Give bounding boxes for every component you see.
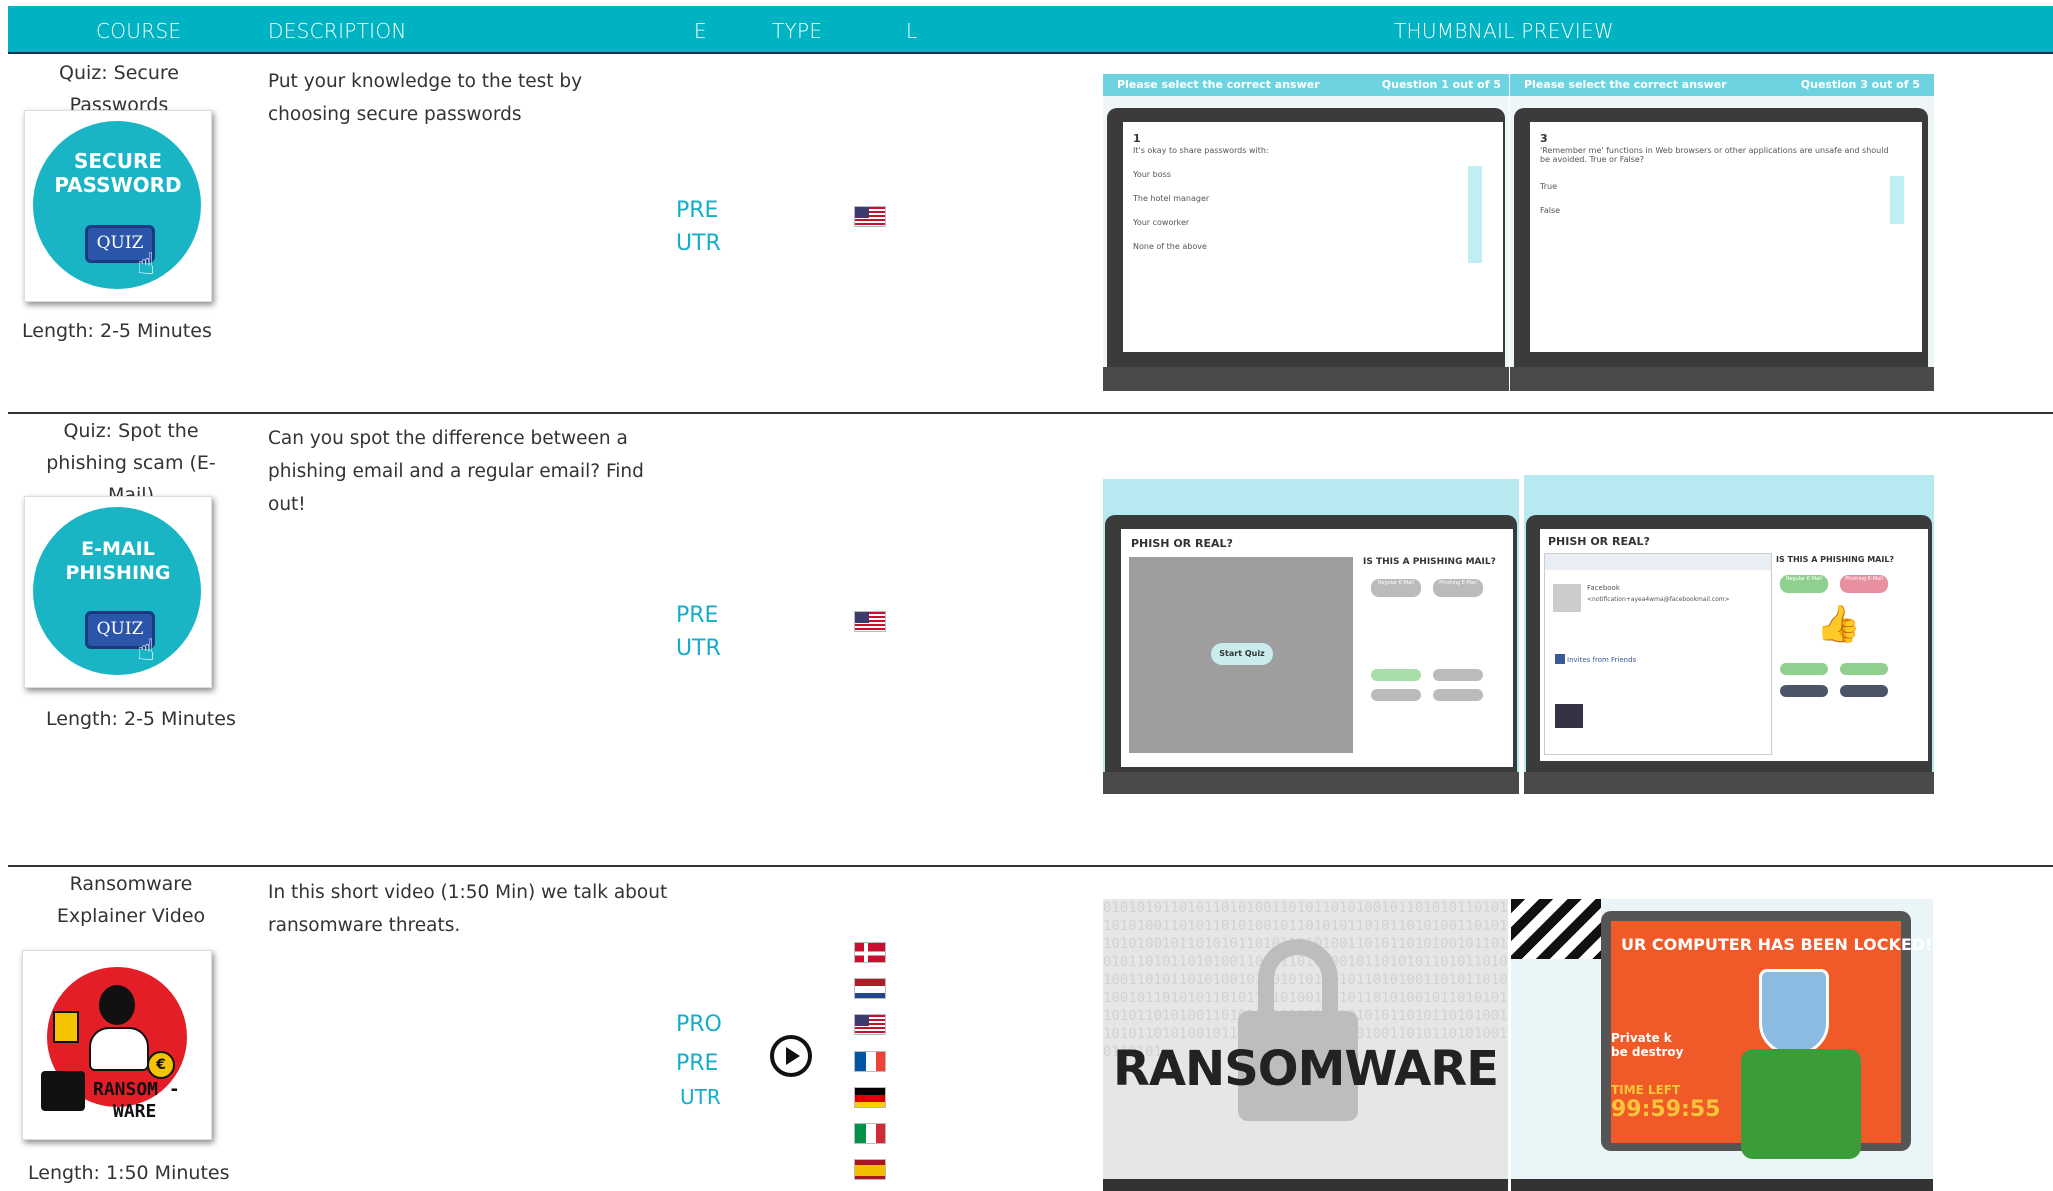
course-description: In this short video (1:50 Min) we talk a… <box>268 882 668 936</box>
thumbnail-preview[interactable]: Please select the correct answer Questio… <box>1510 74 1934 391</box>
question-counter: Question 1 out of 5 <box>1381 78 1501 91</box>
play-icon[interactable] <box>770 1035 812 1077</box>
destroy-text: be destroy <box>1611 1045 1684 1059</box>
header-course: COURSE <box>96 19 182 43</box>
thumbnail-preview[interactable]: PHISH OR REAL? Start Quiz IS THIS A PHIS… <box>1103 479 1519 794</box>
thumb-text-line1: RANSOM - <box>93 1079 180 1100</box>
answer-option: Your boss <box>1133 170 1171 179</box>
netherlands-flag-icon[interactable] <box>854 978 886 999</box>
thumb-text-line1: SECURE <box>73 149 163 173</box>
hand-pointer-icon: ☝ <box>137 247 156 282</box>
preview-heading: PHISH OR REAL? <box>1131 537 1233 550</box>
course-length: Length: 2-5 Minutes <box>46 708 236 730</box>
course-thumbnail[interactable]: € RANSOM - WARE <box>22 950 212 1140</box>
email-invite: Invites from Friends <box>1567 656 1637 664</box>
e-tag: PRO <box>676 1012 722 1037</box>
italy-flag-icon[interactable] <box>854 1123 886 1144</box>
header-type: TYPE <box>772 19 823 43</box>
thumbnail-preview[interactable]: Please select the correct answer Questio… <box>1103 74 1509 391</box>
answer-option: None of the above <box>1133 242 1207 251</box>
course-thumbnail[interactable]: SECURE PASSWORD QUIZ ☝ <box>24 110 212 302</box>
preview-heading: PHISH OR REAL? <box>1548 535 1650 548</box>
course-description: Put your knowledge to the test by choosi… <box>268 71 583 125</box>
germany-flag-icon[interactable] <box>854 1087 886 1108</box>
start-quiz-button: Start Quiz <box>1211 643 1273 665</box>
answer-option: False <box>1540 206 1561 215</box>
question-counter: Question 3 out of 5 <box>1800 78 1920 91</box>
thumbs-up-icon: 👍 <box>1816 604 1861 645</box>
course-length: Length: 2-5 Minutes <box>22 320 212 342</box>
answer-option: True <box>1540 182 1557 191</box>
denmark-flag-icon[interactable] <box>854 942 886 963</box>
countdown-timer: 99:59:55 <box>1611 1097 1721 1122</box>
thumb-text-line2: PHISHING <box>65 562 171 584</box>
e-tag: UTR <box>676 231 721 256</box>
thumbnail-preview[interactable]: 0101010110101101010011010110101001011010… <box>1103 899 1508 1191</box>
thumb-text-line2: PASSWORD <box>54 173 182 197</box>
e-tag: PRE <box>676 198 719 223</box>
question-text: It's okay to share passwords with: <box>1133 146 1269 155</box>
regular-email-button: Regular E-Mail <box>1371 579 1421 597</box>
thumbnail-preview[interactable]: UR COMPUTER HAS BEEN LOCKED! Private k b… <box>1511 899 1933 1191</box>
phishing-email-button: Phishing E-Mail <box>1433 579 1483 597</box>
course-thumbnail[interactable]: E-MAIL PHISHING QUIZ ☝ <box>24 496 212 688</box>
header-description: DESCRIPTION <box>268 19 407 43</box>
answer-option: The hotel manager <box>1133 194 1210 203</box>
preview-bar-text: Please select the correct answer <box>1524 78 1727 91</box>
preview-bar-text: Please select the correct answer <box>1117 78 1320 91</box>
header-l: L <box>906 19 918 43</box>
table-header: COURSE DESCRIPTION E TYPE L THUMBNAIL PR… <box>8 6 2053 54</box>
thumb-text-line1: E-MAIL <box>81 538 155 560</box>
row-divider <box>8 865 2053 867</box>
email-sender: Facebook <box>1587 584 1620 592</box>
private-key-text: Private k <box>1611 1031 1672 1045</box>
time-left-label: TIME LEFT <box>1611 1083 1681 1097</box>
email-address: <notification+ayea4wma@facebookmail.com> <box>1587 596 1730 603</box>
ransomware-word: RANSOMWARE <box>1112 1041 1499 1097</box>
us-flag-icon[interactable] <box>854 206 886 227</box>
hand-pointer-icon: ☝ <box>137 633 156 668</box>
header-e: E <box>694 19 707 43</box>
preview-side-heading: IS THIS A PHISHING MAIL? <box>1776 555 1895 564</box>
us-flag-icon[interactable] <box>854 611 886 632</box>
phishing-email-button: Phishing E-Mail <box>1840 575 1888 593</box>
header-thumbnail-preview: THUMBNAIL PREVIEW <box>1394 19 1614 43</box>
course-title: Ransomware Explainer Video <box>56 873 206 927</box>
preview-side-heading: IS THIS A PHISHING MAIL? <box>1363 557 1496 567</box>
e-tag: PRE <box>676 603 719 628</box>
regular-email-button: Regular E-Mail <box>1780 575 1828 593</box>
course-description: Can you spot the difference between a ph… <box>268 428 644 515</box>
e-tag: UTR <box>676 636 721 661</box>
france-flag-icon[interactable] <box>854 1051 886 1072</box>
thumbnail-preview[interactable]: PHISH OR REAL? Facebook <notification+ay… <box>1524 475 1934 794</box>
course-length: Length: 1:50 Minutes <box>28 1162 230 1184</box>
e-tag: PRE <box>676 1051 719 1076</box>
e-tag: UTR <box>680 1085 721 1109</box>
question-text: 'Remember me' functions in Web browsers … <box>1540 146 1889 164</box>
locked-headline: UR COMPUTER HAS BEEN LOCKED! <box>1621 935 1933 954</box>
row-divider <box>8 412 2053 414</box>
thumb-text-line2: WARE <box>113 1101 157 1122</box>
us-flag-icon[interactable] <box>854 1014 886 1035</box>
question-number: 3 <box>1540 132 1548 145</box>
answer-option: Your coworker <box>1133 218 1190 227</box>
question-number: 1 <box>1133 132 1141 145</box>
spain-flag-icon[interactable] <box>854 1159 886 1180</box>
